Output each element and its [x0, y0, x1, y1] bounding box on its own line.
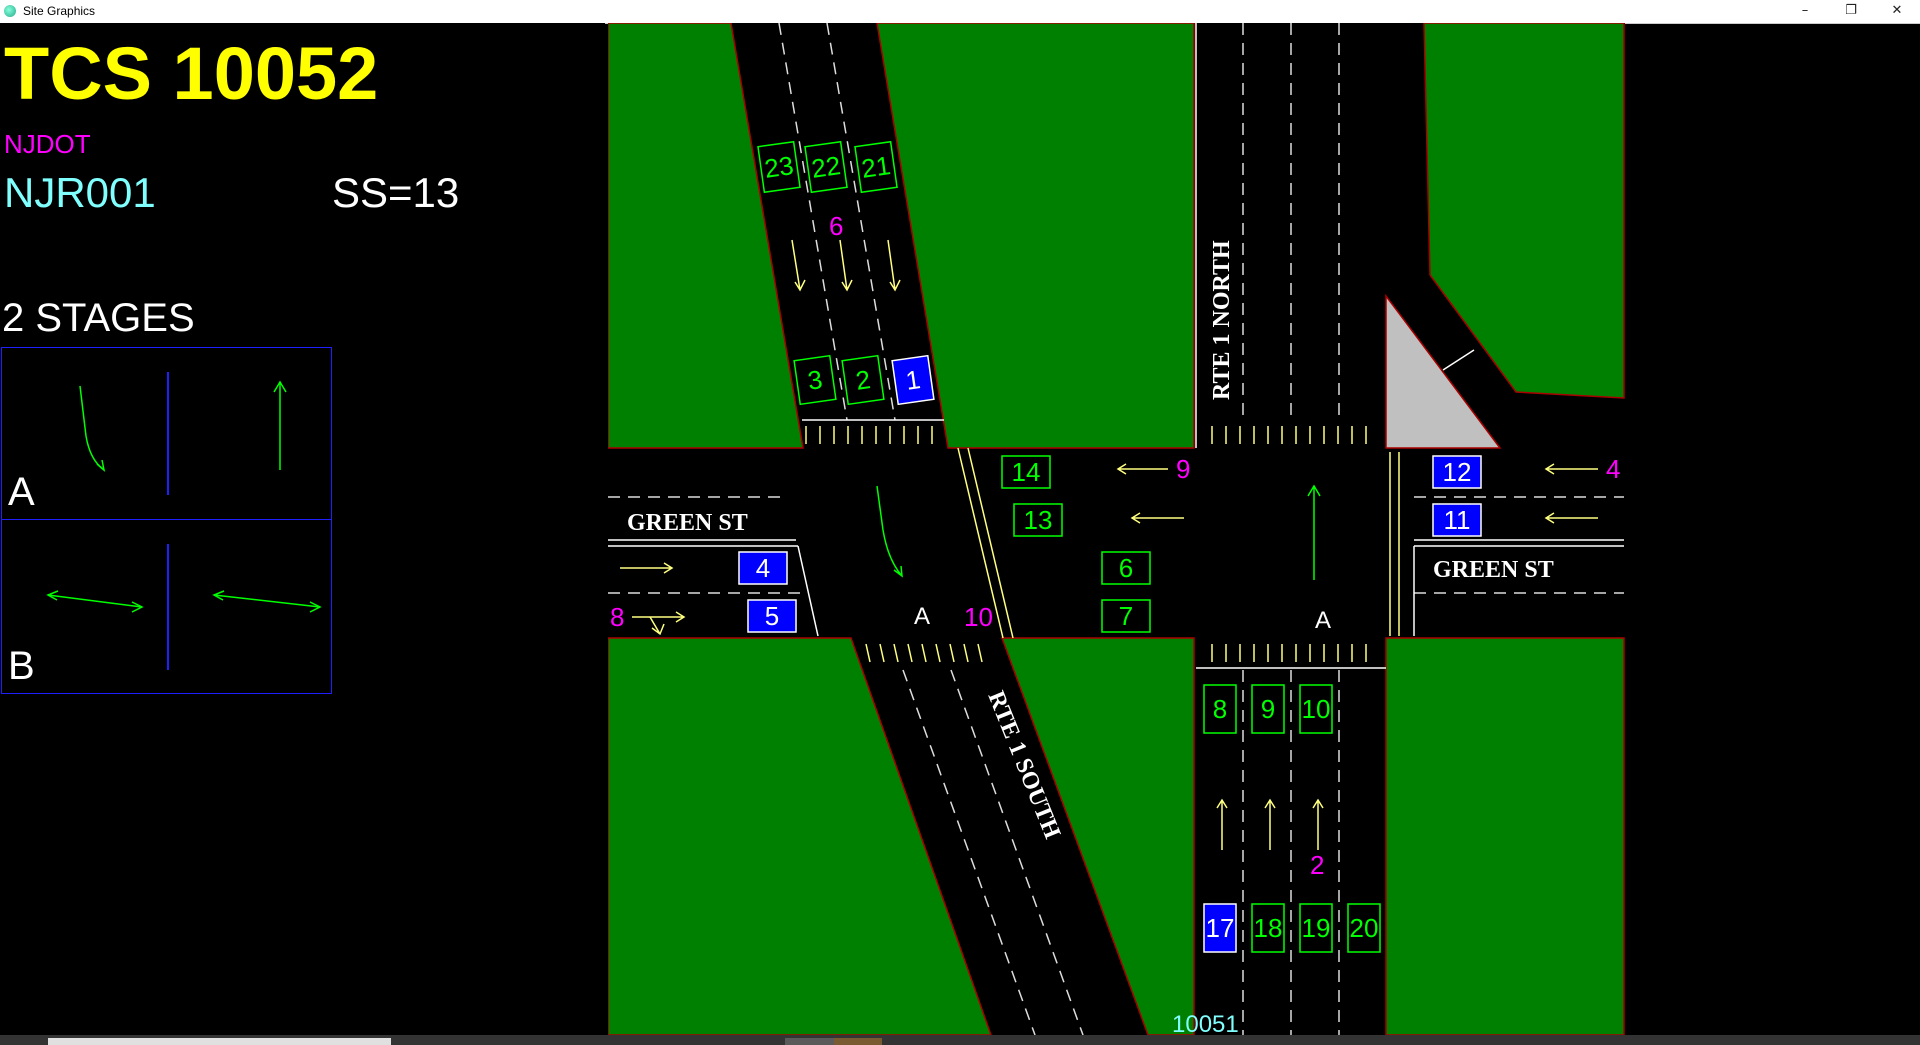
detector-label: 23	[763, 150, 796, 184]
agency-label: NJDOT	[4, 129, 91, 159]
phase-label-nb-median: 10	[964, 602, 993, 632]
stage-a-letter: A	[8, 470, 35, 514]
detector-label: 11	[1444, 505, 1471, 535]
phase-label-eb: 4	[1606, 454, 1620, 484]
ss-label: SS=13	[332, 169, 460, 216]
detector-label: 4	[756, 553, 770, 583]
stage-a-box[interactable]: A	[1, 347, 332, 520]
detector-11[interactable]: 11	[1432, 503, 1482, 537]
site-id-label: NJR001	[4, 169, 156, 216]
detector-17[interactable]: 17	[1203, 903, 1237, 953]
street-label-green-st-west: GREEN ST	[627, 510, 748, 536]
scrollbar-marker-alt	[834, 1038, 882, 1045]
phase-label-sb: 6	[829, 211, 843, 241]
street-label-rte1-north: RTE 1 NORTH	[1209, 240, 1235, 400]
detector-label: 22	[810, 150, 843, 184]
detector-5[interactable]: 5	[747, 599, 797, 633]
stage-b-right-bidirectional-arrow	[212, 590, 322, 613]
window-title: Site Graphics	[23, 4, 96, 18]
detector-label: 9	[1261, 694, 1275, 724]
intersection-map: GREEN ST GREEN ST RTE 1 NORTH RTE 1 SOUT…	[608, 23, 1625, 1035]
detector-label: 18	[1254, 913, 1283, 943]
stage-b-diagram	[46, 544, 322, 670]
detector-label: 20	[1350, 913, 1379, 943]
app-icon	[4, 5, 16, 17]
stage-a-through-arrow	[273, 380, 287, 470]
scrollbar-thumb[interactable]	[48, 1038, 391, 1045]
restore-button[interactable]: ❐	[1828, 0, 1874, 23]
site-title: TCS 10052	[4, 32, 379, 115]
stage-a-diagram	[79, 372, 287, 495]
detector-1[interactable]: 1	[891, 354, 935, 406]
detector-label: 19	[1302, 913, 1331, 943]
grass-se	[1385, 637, 1625, 1035]
detector-label: 7	[1119, 601, 1133, 631]
phase-label-nb: 2	[1310, 850, 1324, 880]
window-titlebar: Site Graphics – ❐ ✕	[0, 0, 1920, 24]
detector-12[interactable]: 12	[1432, 455, 1482, 489]
detector-label: 10	[1302, 694, 1331, 724]
phase-label-eb-west: 8	[610, 602, 624, 632]
detector-4[interactable]: 4	[738, 551, 788, 585]
stage-b-left-bidirectional-arrow	[46, 590, 144, 613]
close-button[interactable]: ✕	[1874, 0, 1920, 23]
stage-b-box[interactable]: B	[1, 519, 332, 694]
detector-label: 8	[1213, 694, 1227, 724]
adjacent-site-label: 10051	[1172, 1011, 1239, 1035]
detector-label: 12	[1443, 457, 1472, 487]
street-label-green-st-east: GREEN ST	[1433, 557, 1554, 583]
stage-b-letter: B	[8, 644, 35, 688]
stage-a-left-turn-arrow	[79, 385, 106, 472]
stage-marker-right: A	[1315, 607, 1331, 634]
detector-label: 21	[860, 150, 893, 184]
minimize-button[interactable]: –	[1782, 0, 1828, 23]
stage-marker-left: A	[914, 603, 930, 630]
detector-label: 13	[1024, 505, 1053, 535]
stages-count-label: 2 STAGES	[2, 296, 195, 340]
detector-label: 5	[765, 601, 779, 631]
detector-label: 14	[1012, 457, 1041, 487]
detector-label: 6	[1119, 553, 1133, 583]
detector-label: 17	[1206, 913, 1235, 943]
phase-label-wb-upper: 9	[1176, 454, 1190, 484]
